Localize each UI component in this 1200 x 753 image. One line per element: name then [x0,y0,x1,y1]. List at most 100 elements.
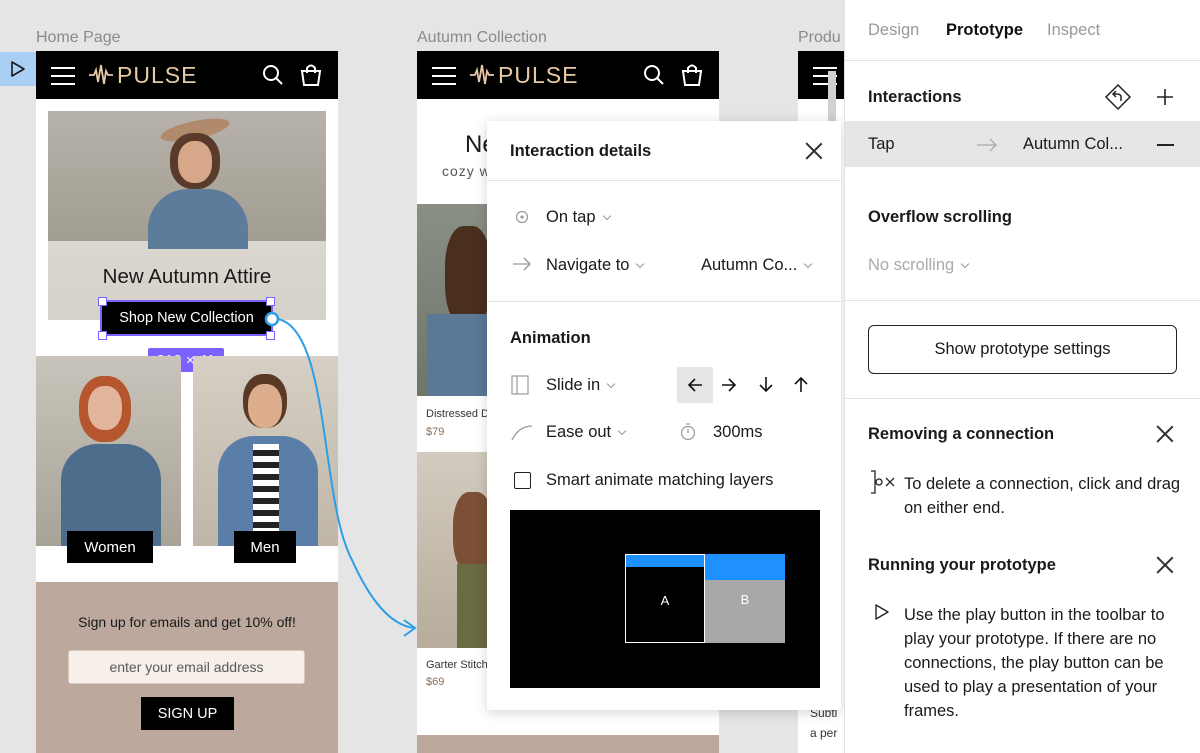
arrow-right-icon [513,257,531,271]
signup-section: Sign up for emails and get 10% off! ente… [36,582,338,753]
preview-frame-b: B [705,554,785,643]
product1-name[interactable]: Distressed D [426,408,489,420]
frame-label-autumn[interactable]: Autumn Collection [417,29,547,47]
properties-panel: Design Prototype Inspect Interactions Ta… [844,0,1200,753]
show-prototype-settings-button[interactable]: Show prototype settings [868,325,1177,374]
hamburger-menu-icon[interactable] [50,66,76,86]
action-dropdown[interactable]: Navigate to [546,256,645,275]
direction-left-button[interactable] [677,367,713,403]
removing-heading: Removing a connection [868,425,1055,443]
close-icon[interactable] [805,142,823,160]
direction-right-button[interactable] [721,378,737,397]
footer-strip [417,735,719,753]
home-navbar: PULSE [36,51,338,99]
pulse-wave-icon [470,64,494,85]
removing-text: To delete a connection, click and drag o… [904,475,1181,517]
running-text: Use the play button in the toolbar to pl… [904,606,1165,720]
selection-handle-tr[interactable] [266,297,275,306]
arrow-up-icon [794,376,808,392]
trigger-value: On tap [546,208,596,226]
easing-curve-icon [511,425,533,441]
shopping-bag-icon[interactable] [299,63,323,87]
product1-price: $79 [426,426,445,438]
shopping-bag-icon[interactable] [680,63,704,87]
women-button[interactable]: Women [67,531,153,563]
animation-preview: A B [510,510,820,688]
arrow-down-icon [759,377,773,393]
animation-type-value: Slide in [546,376,601,394]
add-interaction-icon[interactable] [1156,88,1174,106]
interaction-target: Autumn Col... [1023,135,1123,153]
close-icon[interactable] [1156,425,1174,443]
autumn-navbar: PULSE [417,51,719,99]
arrow-right-icon [977,138,997,152]
direction-up-button[interactable] [794,376,808,398]
selection-handle-br[interactable] [266,331,275,340]
destination-value: Autumn Co... [701,256,798,274]
duration-input[interactable]: 300ms [713,423,763,442]
arrow-left-icon [687,378,702,392]
remove-interaction-icon[interactable] [1157,144,1174,146]
frame-label-product[interactable]: Produ [798,29,841,47]
back-action-icon[interactable] [1103,82,1133,112]
animation-heading: Animation [510,329,591,347]
smart-animate-checkbox[interactable] [514,472,531,489]
brand-logo[interactable]: PULSE [117,62,197,89]
signup-text: Sign up for emails and get 10% off! [78,614,296,630]
selection-handle-tl[interactable] [98,297,107,306]
pulse-wave-icon [89,64,113,85]
search-icon[interactable] [643,64,665,86]
interaction-row[interactable]: Tap Autumn Col... [845,121,1200,167]
product-navbar [798,51,844,99]
disconnect-icon [871,470,895,494]
tab-inspect[interactable]: Inspect [1047,21,1100,40]
action-value: Navigate to [546,256,630,274]
preview-label-a: A [660,593,670,608]
animation-type-dropdown[interactable]: Slide in [546,376,616,395]
trigger-icon [515,210,529,224]
frame-label-home[interactable]: Home Page [36,29,121,47]
easing-value: Ease out [546,423,612,441]
search-icon[interactable] [262,64,284,86]
trigger-dropdown[interactable]: On tap [546,208,611,227]
play-icon [11,61,25,77]
interaction-trigger: Tap [868,135,895,153]
play-icon [875,604,889,620]
brand-logo[interactable]: PULSE [498,62,578,89]
flow-start-play-button[interactable] [0,52,36,86]
women-photo [36,356,181,546]
tab-prototype[interactable]: Prototype [946,21,1023,40]
slide-in-icon [511,375,529,395]
overflow-heading: Overflow scrolling [868,208,1012,226]
timer-icon [680,423,696,441]
tab-design[interactable]: Design [868,21,919,40]
overflow-value: No scrolling [868,256,955,274]
shop-new-collection-button[interactable]: Shop New Collection [100,300,273,336]
interactions-heading: Interactions [868,88,962,106]
product2-photo [417,452,497,648]
arrow-right-icon [722,378,737,392]
product-desc-line2: a per [810,726,838,740]
dialog-title: Interaction details [510,142,652,160]
product2-name[interactable]: Garter Stitch [426,659,488,671]
interaction-details-dialog: Interaction details On tap Navigate to A… [487,121,841,710]
close-icon[interactable] [1156,556,1174,574]
product2-price: $69 [426,676,445,688]
email-input[interactable]: enter your email address [68,650,305,684]
preview-frame-a: A [625,554,705,643]
collection-subtitle: cozy w [442,163,491,179]
overflow-dropdown[interactable]: No scrolling [868,256,970,275]
running-heading: Running your prototype [868,556,1056,574]
signup-button[interactable]: SIGN UP [141,697,234,730]
selection-handle-bl[interactable] [98,331,107,340]
home-frame[interactable]: PULSE New Autumn Attire Shop New Collect… [36,51,338,753]
hero-title: New Autumn Attire [102,265,272,288]
smart-animate-label: Smart animate matching layers [546,471,774,489]
destination-dropdown[interactable]: Autumn Co... [701,256,813,275]
direction-down-button[interactable] [759,376,773,398]
product1-photo [417,204,497,396]
easing-dropdown[interactable]: Ease out [546,423,627,442]
men-button[interactable]: Men [234,531,296,563]
hamburger-menu-icon[interactable] [431,66,457,86]
men-photo [193,356,338,546]
